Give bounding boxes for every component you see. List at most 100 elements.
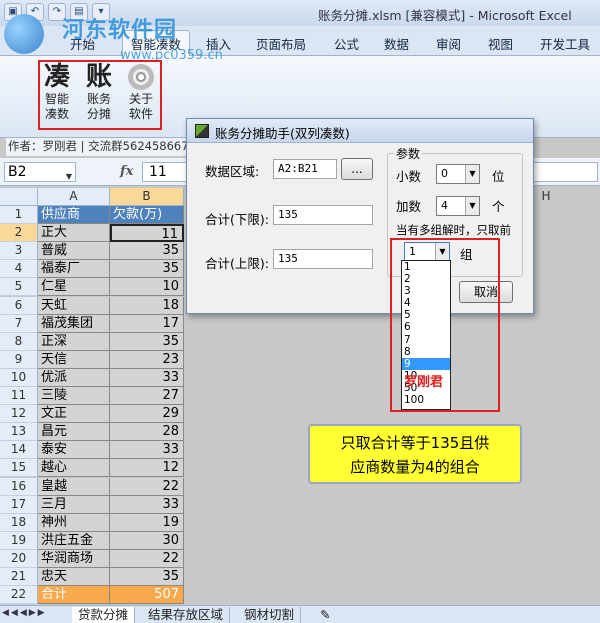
- row-header[interactable]: 4: [0, 260, 38, 279]
- column-header-a[interactable]: A: [38, 188, 110, 206]
- amount-cell[interactable]: 35: [110, 260, 184, 279]
- amount-cell[interactable]: 33: [110, 441, 184, 460]
- supplier-cell[interactable]: 神州: [38, 513, 110, 532]
- row-header[interactable]: 1: [0, 206, 38, 224]
- max-total-label: 合计(上限):: [205, 256, 269, 271]
- row-header[interactable]: 18: [0, 513, 38, 532]
- amount-cell[interactable]: 33: [110, 495, 184, 514]
- column-header-b[interactable]: B: [110, 188, 184, 206]
- supplier-cell[interactable]: 三月: [38, 495, 110, 514]
- row-header[interactable]: 9: [0, 350, 38, 369]
- tab-page-layout[interactable]: 页面布局: [256, 34, 306, 53]
- supplier-cell[interactable]: 忠天: [38, 568, 110, 586]
- sheet-tab-results[interactable]: 结果存放区域: [142, 607, 231, 623]
- supplier-cell[interactable]: 仁星: [38, 278, 110, 297]
- tab-data[interactable]: 数据: [384, 34, 409, 53]
- supplier-cell[interactable]: 普威: [38, 242, 110, 261]
- row-header[interactable]: 7: [0, 314, 38, 333]
- supplier-cell[interactable]: 洪庄五金: [38, 531, 110, 550]
- amount-cell[interactable]: 22: [110, 477, 184, 496]
- browse-button[interactable]: ...: [341, 158, 373, 180]
- amount-cell[interactable]: 18: [110, 296, 184, 315]
- total-label-cell[interactable]: 合计: [38, 586, 110, 605]
- sheet-tab-loan[interactable]: 贷款分摊: [72, 607, 136, 623]
- min-total-label: 合计(下限):: [205, 212, 269, 227]
- header-cell-supplier[interactable]: 供应商: [38, 206, 110, 224]
- sheet-nav-arrows-icon[interactable]: ◀◀◀▶▶: [2, 608, 47, 618]
- name-box[interactable]: B2 ▼: [4, 162, 76, 182]
- max-total-input[interactable]: 135: [273, 249, 373, 269]
- column-header-h[interactable]: H: [534, 188, 558, 206]
- app-icon: [195, 124, 209, 138]
- min-total-input[interactable]: 135: [273, 205, 373, 225]
- select-all-corner[interactable]: [0, 188, 38, 206]
- watermark-logo-icon: [4, 14, 44, 54]
- amount-cell[interactable]: 27: [110, 387, 184, 405]
- total-value-cell[interactable]: 507: [110, 586, 184, 605]
- row-header[interactable]: 15: [0, 459, 38, 478]
- amount-cell[interactable]: 33: [110, 368, 184, 387]
- data-range-input[interactable]: A2:B21: [273, 159, 337, 179]
- fx-icon[interactable]: fx: [120, 164, 133, 179]
- supplier-cell[interactable]: 昌元: [38, 423, 110, 442]
- addends-select[interactable]: 4 ▼: [436, 196, 480, 216]
- sheet-tab-steel[interactable]: 钢材切割: [238, 607, 302, 623]
- supplier-cell[interactable]: 正深: [38, 332, 110, 351]
- amount-cell[interactable]: 11: [110, 224, 184, 243]
- supplier-cell[interactable]: 天信: [38, 350, 110, 369]
- supplier-cell[interactable]: 华润商场: [38, 549, 110, 568]
- row-header[interactable]: 10: [0, 368, 38, 387]
- row-header[interactable]: 22: [0, 586, 38, 605]
- supplier-cell[interactable]: 福泰厂: [38, 260, 110, 279]
- sheet-tab-bar: ◀◀◀▶▶ 贷款分摊 结果存放区域 钢材切割 ✎: [0, 605, 600, 623]
- row-header[interactable]: 5: [0, 278, 38, 297]
- new-sheet-icon[interactable]: ✎: [314, 607, 336, 623]
- row-header[interactable]: 2: [0, 224, 38, 243]
- supplier-cell[interactable]: 天虹: [38, 296, 110, 315]
- amount-cell[interactable]: 35: [110, 332, 184, 351]
- row-header[interactable]: 12: [0, 405, 38, 424]
- tab-formulas[interactable]: 公式: [334, 34, 359, 53]
- row-header[interactable]: 8: [0, 332, 38, 351]
- supplier-cell[interactable]: 皇越: [38, 477, 110, 496]
- amount-cell[interactable]: 28: [110, 423, 184, 442]
- amount-cell[interactable]: 29: [110, 405, 184, 424]
- row-header[interactable]: 19: [0, 531, 38, 550]
- chevron-down-icon[interactable]: ▼: [66, 168, 72, 186]
- row-header[interactable]: 11: [0, 387, 38, 405]
- amount-cell[interactable]: 23: [110, 350, 184, 369]
- tab-developer[interactable]: 开发工具: [540, 34, 590, 53]
- row-header[interactable]: 20: [0, 549, 38, 568]
- row-header[interactable]: 3: [0, 242, 38, 261]
- amount-cell[interactable]: 22: [110, 549, 184, 568]
- supplier-cell[interactable]: 三陵: [38, 387, 110, 405]
- supplier-cell[interactable]: 越心: [38, 459, 110, 478]
- row-header[interactable]: 13: [0, 423, 38, 442]
- amount-cell[interactable]: 35: [110, 242, 184, 261]
- row-header[interactable]: 17: [0, 495, 38, 514]
- row-header[interactable]: 16: [0, 477, 38, 496]
- supplier-cell[interactable]: 福茂集团: [38, 314, 110, 333]
- row-header[interactable]: 14: [0, 441, 38, 460]
- decimals-select[interactable]: 0 ▼: [436, 164, 480, 184]
- row-header[interactable]: 21: [0, 568, 38, 586]
- amount-cell[interactable]: 12: [110, 459, 184, 478]
- row-header[interactable]: 6: [0, 296, 38, 315]
- supplier-cell[interactable]: 泰安: [38, 441, 110, 460]
- supplier-cell[interactable]: 文正: [38, 405, 110, 424]
- amount-cell[interactable]: 35: [110, 568, 184, 586]
- chevron-down-icon[interactable]: ▼: [465, 165, 479, 183]
- amount-cell[interactable]: 30: [110, 531, 184, 550]
- amount-cell[interactable]: 19: [110, 513, 184, 532]
- addends-value: 4: [441, 199, 448, 212]
- dialog-title-bar[interactable]: 账务分摊助手(双列凑数): [187, 119, 533, 143]
- amount-cell[interactable]: 17: [110, 314, 184, 333]
- tab-view[interactable]: 视图: [488, 34, 513, 53]
- supplier-cell[interactable]: 正大: [38, 224, 110, 243]
- chevron-down-icon[interactable]: ▼: [465, 197, 479, 215]
- amount-cell[interactable]: 10: [110, 278, 184, 297]
- dialog-title: 账务分摊助手(双列凑数): [215, 126, 350, 141]
- tab-review[interactable]: 审阅: [436, 34, 461, 53]
- supplier-cell[interactable]: 优派: [38, 368, 110, 387]
- header-cell-amount[interactable]: 欠款(万): [110, 206, 184, 224]
